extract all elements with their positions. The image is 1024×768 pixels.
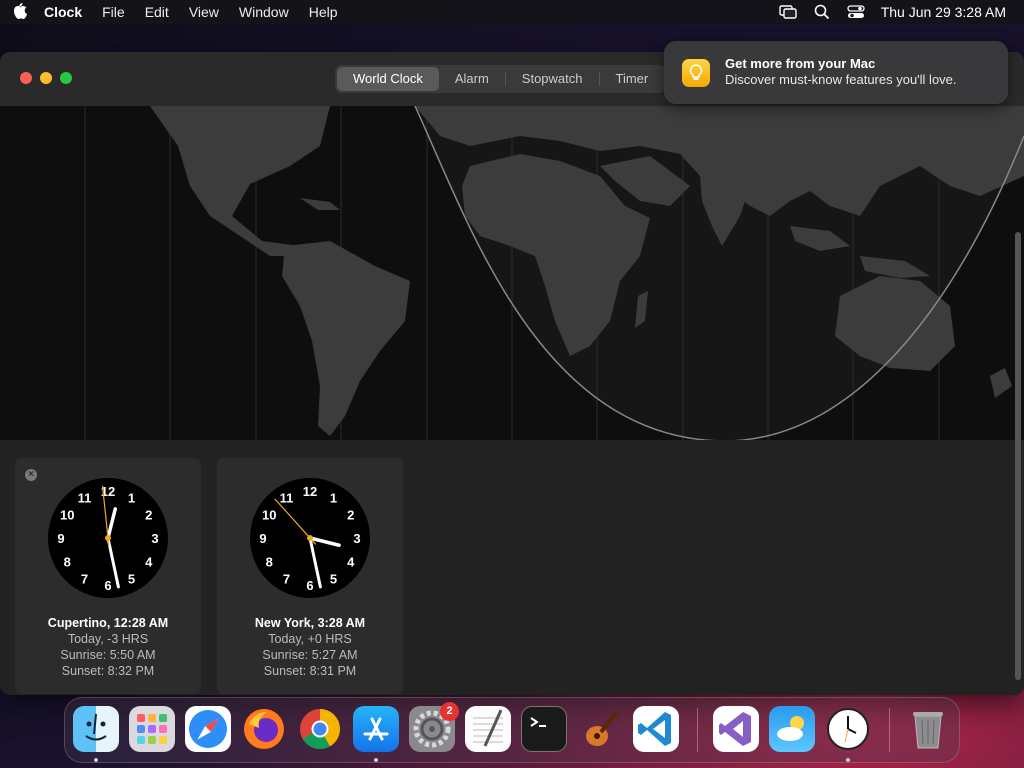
- trash-icon[interactable]: [905, 706, 951, 752]
- minimize-window-button[interactable]: [40, 72, 52, 84]
- clock-numeral: 12: [303, 484, 317, 499]
- chrome-icon[interactable]: [297, 706, 343, 752]
- clock-numeral: 6: [104, 578, 111, 593]
- running-indicator: [94, 758, 98, 762]
- firefox-icon[interactable]: [241, 706, 287, 752]
- remove-clock-button[interactable]: ×: [25, 469, 37, 481]
- screen-mirroring-icon[interactable]: [778, 4, 797, 20]
- clock-numeral: 3: [353, 531, 360, 546]
- analog-clock-face: 12 12 3 45 6 789 10 11: [250, 478, 370, 598]
- tab-world-clock[interactable]: World Clock: [337, 67, 439, 91]
- clock-cards-area: × 12 1 2 3 4 5 6 7 8 9 10 11 Cupertino, 12:28 AM To…: [0, 440, 1024, 695]
- finder-icon[interactable]: [73, 706, 119, 752]
- weather-icon[interactable]: [769, 706, 815, 752]
- clock-offset: Today, -3 HRS: [67, 632, 149, 646]
- clock-numeral: 3: [151, 531, 158, 546]
- clock-numeral: 8: [266, 555, 273, 570]
- clock-numeral: 10: [262, 508, 276, 523]
- terminal-icon[interactable]: [521, 706, 567, 752]
- clock-numeral: 8: [64, 555, 71, 570]
- menu-window[interactable]: Window: [239, 4, 289, 20]
- clock-card-cupertino[interactable]: × 12 1 2 3 4 5 6 7 8 9 10 11 Cupertino, 12:28 AM To…: [15, 458, 201, 694]
- running-indicator: [374, 758, 378, 762]
- menu-help[interactable]: Help: [309, 4, 338, 20]
- clock-numeral: 4: [347, 555, 355, 570]
- clock-numeral: 11: [280, 490, 294, 505]
- clock-offset: Today, +0 HRS: [268, 632, 352, 646]
- notification-body: Discover must-know features you'll love.: [725, 72, 957, 87]
- clock-numeral: 7: [283, 572, 290, 587]
- clock-numeral: 6: [306, 578, 313, 593]
- clock-numeral: 9: [57, 531, 64, 546]
- close-window-button[interactable]: [20, 72, 32, 84]
- menu-bar: Clock File Edit View Window Help Thu Jun…: [0, 0, 1024, 24]
- clock-sunrise: Sunrise: 5:50 AM: [60, 648, 156, 662]
- notification-title: Get more from your Mac: [725, 56, 876, 71]
- clock-sunrise: Sunrise: 5:27 AM: [262, 648, 358, 662]
- clock-sunset: Sunset: 8:31 PM: [263, 664, 357, 678]
- clock-numeral: 5: [128, 572, 135, 587]
- clock-city-time: New York, 3:28 AM: [254, 616, 366, 630]
- running-indicator: [846, 758, 850, 762]
- analog-clock-face: 12 1234567891011: [48, 478, 168, 598]
- lightbulb-icon: [682, 59, 710, 87]
- scrollbar[interactable]: [1015, 232, 1021, 680]
- garageband-icon[interactable]: [577, 706, 623, 752]
- clock-center-pin: [307, 535, 313, 541]
- world-map: [0, 106, 1024, 494]
- clock-numeral: 9: [259, 531, 266, 546]
- clock-window: World Clock Alarm Stopwatch Timer × 12 1…: [0, 52, 1024, 695]
- vscode-icon[interactable]: [633, 706, 679, 752]
- clock-numeral: 4: [145, 555, 153, 570]
- clock-numeral: 7: [81, 572, 88, 587]
- menu-file[interactable]: File: [102, 4, 125, 20]
- dock-separator: [697, 708, 698, 752]
- textedit-icon[interactable]: [465, 706, 511, 752]
- tab-timer[interactable]: Timer: [600, 67, 665, 91]
- visual-studio-icon[interactable]: [713, 706, 759, 752]
- clock-app-icon[interactable]: [825, 706, 871, 752]
- zoom-window-button[interactable]: [60, 72, 72, 84]
- menu-bar-clock[interactable]: Thu Jun 29 3:28 AM: [881, 4, 1006, 20]
- clock-sunset: Sunset: 8:32 PM: [61, 664, 155, 678]
- world-map-graphic: [0, 106, 1024, 494]
- clock-numeral: 1: [128, 490, 135, 505]
- apple-icon[interactable]: [12, 3, 30, 21]
- dock: [64, 697, 960, 763]
- clock-numeral: 10: [60, 508, 74, 523]
- launchpad-icon[interactable]: [129, 706, 175, 752]
- clock-numeral: 2: [145, 508, 152, 523]
- menu-edit[interactable]: Edit: [145, 4, 169, 20]
- search-icon[interactable]: [813, 4, 831, 20]
- tab-alarm[interactable]: Alarm: [439, 67, 505, 91]
- clock-numeral: 2: [347, 508, 354, 523]
- menu-app-clock[interactable]: Clock: [44, 4, 82, 20]
- tab-bar: World Clock Alarm Stopwatch Timer: [335, 65, 667, 93]
- menu-view[interactable]: View: [189, 4, 219, 20]
- dock-separator: [889, 708, 890, 752]
- control-center-icon[interactable]: [847, 4, 865, 20]
- safari-icon[interactable]: [185, 706, 231, 752]
- notification-banner[interactable]: Get more from your Mac Discover must-kno…: [664, 41, 1008, 104]
- notification-badge: 2: [440, 702, 459, 721]
- app-store-icon[interactable]: [353, 706, 399, 752]
- clock-numeral: 11: [78, 490, 92, 505]
- clock-city-time: Cupertino, 12:28 AM: [47, 616, 169, 630]
- clock-center-pin: [105, 535, 111, 541]
- clock-card-new-york[interactable]: 12 1 2 3 4 5 6 7 8 9 10 11 New York, 3:28 AM Today,…: [217, 458, 403, 694]
- tab-stopwatch[interactable]: Stopwatch: [506, 67, 599, 91]
- clock-numeral: 5: [330, 572, 337, 587]
- clock-numeral: 1: [330, 490, 337, 505]
